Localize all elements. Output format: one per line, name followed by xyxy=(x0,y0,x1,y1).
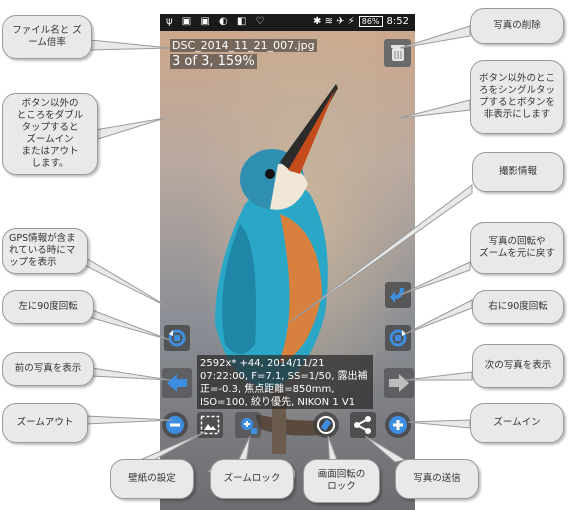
rotate-right-icon xyxy=(389,329,407,347)
image-frame-icon xyxy=(200,415,220,435)
callout-rotation-lock: 画面回転の ロック xyxy=(303,459,380,503)
wallpaper-button[interactable] xyxy=(197,412,223,438)
position-zoom: 3 of 3, 159% xyxy=(170,54,257,69)
minus-icon xyxy=(166,416,184,434)
zoom-out-button[interactable] xyxy=(162,412,188,438)
callout-delete-photo: 写真の削除 xyxy=(470,8,564,44)
callout-previous-photo: 前の写真を表示 xyxy=(2,352,94,386)
status-right: ✱ ≋ ✈ ⚡ 86% 8:52 xyxy=(313,16,409,27)
delete-button[interactable] xyxy=(384,39,411,67)
shooting-info-overlay: 2592x* +44, 2014/11/21 07:22:00, F=7.1, … xyxy=(197,355,373,409)
callout-filename-zoom: ファイル名と ズーム倍率 xyxy=(2,15,92,59)
battery-icon: 86% xyxy=(358,16,383,27)
status-bar: ψ ▣ ▣ ◐ ◧ ♡ ✱ ≋ ✈ ⚡ 86% 8:52 xyxy=(160,14,415,31)
rotate-right-button[interactable] xyxy=(385,325,411,351)
callout-zoom-lock: ズームロック xyxy=(210,459,294,499)
next-photo-button[interactable] xyxy=(384,368,414,398)
share-icon xyxy=(354,416,371,434)
callout-next-photo: 次の写真を表示 xyxy=(472,344,564,388)
rotation-lock-button[interactable] xyxy=(313,412,339,438)
callout-zoom-in: ズームイン xyxy=(470,403,564,443)
notification-icons: ψ ▣ ▣ ◐ ◧ ♡ xyxy=(166,16,268,27)
callout-wallpaper: 壁紙の設定 xyxy=(110,459,194,499)
callout-double-tap: ボタン以外の ところをダブル タップすると ズームイン またはアウト します。 xyxy=(2,93,98,175)
rotate-left-button[interactable] xyxy=(164,325,190,351)
file-name: DSC_2014_11_21_007.jpg xyxy=(170,39,317,52)
callout-rotate-right: 右に90度回転 xyxy=(472,290,564,324)
zoom-lock-button[interactable] xyxy=(235,412,261,438)
undo-arrow-icon xyxy=(390,288,404,303)
previous-photo-button[interactable] xyxy=(162,368,192,398)
zoom-in-button[interactable] xyxy=(385,412,411,438)
callout-gps-map: GPS情報が含まれている時にマップを表示 xyxy=(2,228,88,274)
callout-reset-rotation-zoom: 写真の回転や ズームを元に戻す xyxy=(470,222,564,274)
trash-icon xyxy=(390,45,405,61)
rotate-left-icon xyxy=(168,329,186,347)
clock: 8:52 xyxy=(386,16,409,27)
arrow-right-icon xyxy=(389,374,409,392)
magnifier-lock-icon xyxy=(241,418,257,434)
callout-single-tap: ボタン以外のところをシングルタップするとボタンを非表示にします xyxy=(470,60,564,134)
phone-screen[interactable]: ψ ▣ ▣ ◐ ◧ ♡ ✱ ≋ ✈ ⚡ 86% 8:52 DSC_2014_11_2… xyxy=(160,14,415,510)
callout-shooting-info: 撮影情報 xyxy=(472,152,564,192)
arrow-left-icon xyxy=(167,374,187,392)
reset-rotation-zoom-button[interactable] xyxy=(385,282,411,308)
callout-rotate-left: 左に90度回転 xyxy=(2,290,94,324)
callout-send-photo: 写真の送信 xyxy=(395,459,479,499)
screen-rotation-lock-icon xyxy=(317,416,335,434)
send-photo-button[interactable] xyxy=(350,412,376,438)
callout-zoom-out: ズームアウト xyxy=(2,403,88,443)
plus-icon xyxy=(389,416,407,434)
